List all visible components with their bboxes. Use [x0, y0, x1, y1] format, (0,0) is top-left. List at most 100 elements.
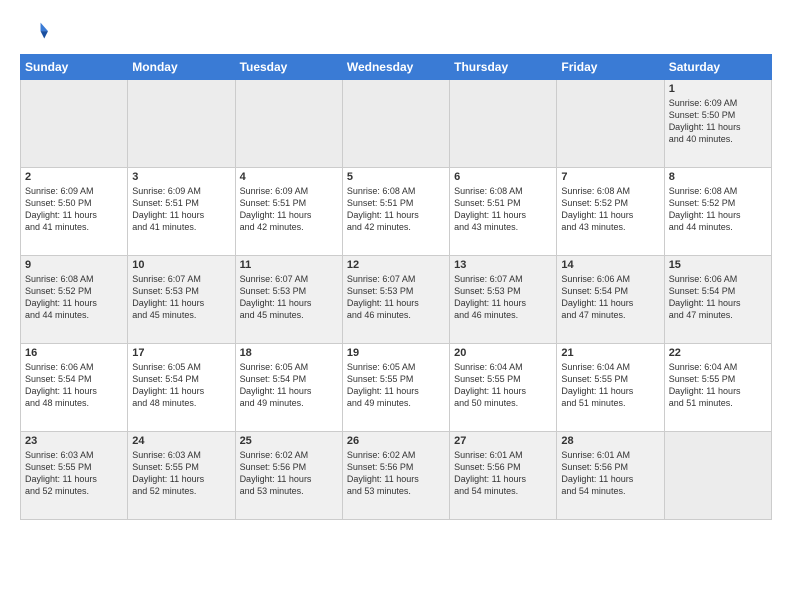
calendar-table: SundayMondayTuesdayWednesdayThursdayFrid… — [20, 54, 772, 520]
day-number: 1 — [669, 83, 767, 95]
day-number: 19 — [347, 347, 445, 359]
calendar-cell — [128, 80, 235, 168]
day-number: 27 — [454, 435, 552, 447]
day-number: 18 — [240, 347, 338, 359]
calendar-cell: 15 Sunrise: 6:06 AM Sunset: 5:54 PM Dayli… — [664, 256, 771, 344]
calendar-cell: 23 Sunrise: 6:03 AM Sunset: 5:55 PM Dayli… — [21, 432, 128, 520]
weekday-header: Saturday — [664, 55, 771, 80]
calendar-cell: 4Sunrise: 6:09 AM Sunset: 5:51 PM Daylig… — [235, 168, 342, 256]
day-number: 3 — [132, 171, 230, 183]
calendar-cell: 12 Sunrise: 6:07 AM Sunset: 5:53 PM Dayli… — [342, 256, 449, 344]
day-number: 5 — [347, 171, 445, 183]
calendar-cell: 26 Sunrise: 6:02 AM Sunset: 5:56 PM Dayli… — [342, 432, 449, 520]
calendar-week-row: 2Sunrise: 6:09 AM Sunset: 5:50 PM Daylig… — [21, 168, 772, 256]
calendar-cell — [235, 80, 342, 168]
day-info: Sunrise: 6:06 AM Sunset: 5:54 PM Dayligh… — [25, 361, 123, 410]
day-info: Sunrise: 6:08 AM Sunset: 5:52 PM Dayligh… — [25, 273, 123, 322]
calendar-cell: 6 Sunrise: 6:08 AM Sunset: 5:51 PM Daylig… — [450, 168, 557, 256]
day-number: 15 — [669, 259, 767, 271]
weekday-header: Sunday — [21, 55, 128, 80]
day-info: Sunrise: 6:05 AM Sunset: 5:55 PM Dayligh… — [347, 361, 445, 410]
calendar-cell — [557, 80, 664, 168]
day-number: 16 — [25, 347, 123, 359]
day-number: 12 — [347, 259, 445, 271]
day-number: 22 — [669, 347, 767, 359]
calendar-week-row: 16 Sunrise: 6:06 AM Sunset: 5:54 PM Dayli… — [21, 344, 772, 432]
day-number: 23 — [25, 435, 123, 447]
calendar-week-row: 1Sunrise: 6:09 AM Sunset: 5:50 PM Daylig… — [21, 80, 772, 168]
day-number: 24 — [132, 435, 230, 447]
calendar-cell: 13 Sunrise: 6:07 AM Sunset: 5:53 PM Dayli… — [450, 256, 557, 344]
calendar-week-row: 23 Sunrise: 6:03 AM Sunset: 5:55 PM Dayli… — [21, 432, 772, 520]
day-info: Sunrise: 6:04 AM Sunset: 5:55 PM Dayligh… — [669, 361, 767, 410]
calendar-cell — [450, 80, 557, 168]
calendar-cell: 28 Sunrise: 6:01 AM Sunset: 5:56 PM Dayli… — [557, 432, 664, 520]
day-number: 8 — [669, 171, 767, 183]
calendar-cell: 8 Sunrise: 6:08 AM Sunset: 5:52 PM Daylig… — [664, 168, 771, 256]
calendar-cell: 24Sunrise: 6:03 AM Sunset: 5:55 PM Dayli… — [128, 432, 235, 520]
day-info: Sunrise: 6:01 AM Sunset: 5:56 PM Dayligh… — [454, 449, 552, 498]
day-number: 7 — [561, 171, 659, 183]
day-info: Sunrise: 6:07 AM Sunset: 5:53 PM Dayligh… — [132, 273, 230, 322]
weekday-header: Monday — [128, 55, 235, 80]
day-number: 25 — [240, 435, 338, 447]
calendar-cell: 25Sunrise: 6:02 AM Sunset: 5:56 PM Dayli… — [235, 432, 342, 520]
day-info: Sunrise: 6:04 AM Sunset: 5:55 PM Dayligh… — [561, 361, 659, 410]
day-info: Sunrise: 6:02 AM Sunset: 5:56 PM Dayligh… — [347, 449, 445, 498]
calendar-cell — [664, 432, 771, 520]
calendar-cell: 19 Sunrise: 6:05 AM Sunset: 5:55 PM Dayli… — [342, 344, 449, 432]
page: SundayMondayTuesdayWednesdayThursdayFrid… — [0, 0, 792, 530]
calendar-cell: 11 Sunrise: 6:07 AM Sunset: 5:53 PM Dayli… — [235, 256, 342, 344]
day-info: Sunrise: 6:05 AM Sunset: 5:54 PM Dayligh… — [240, 361, 338, 410]
calendar-cell: 22 Sunrise: 6:04 AM Sunset: 5:55 PM Dayli… — [664, 344, 771, 432]
day-number: 17 — [132, 347, 230, 359]
calendar-cell — [342, 80, 449, 168]
day-info: Sunrise: 6:01 AM Sunset: 5:56 PM Dayligh… — [561, 449, 659, 498]
day-number: 11 — [240, 259, 338, 271]
day-info: Sunrise: 6:08 AM Sunset: 5:51 PM Dayligh… — [347, 185, 445, 234]
day-info: Sunrise: 6:09 AM Sunset: 5:51 PM Dayligh… — [240, 185, 338, 234]
day-number: 26 — [347, 435, 445, 447]
day-info: Sunrise: 6:06 AM Sunset: 5:54 PM Dayligh… — [561, 273, 659, 322]
day-number: 14 — [561, 259, 659, 271]
day-info: Sunrise: 6:06 AM Sunset: 5:54 PM Dayligh… — [669, 273, 767, 322]
calendar-cell: 1Sunrise: 6:09 AM Sunset: 5:50 PM Daylig… — [664, 80, 771, 168]
weekday-header: Tuesday — [235, 55, 342, 80]
weekday-header: Wednesday — [342, 55, 449, 80]
day-number: 2 — [25, 171, 123, 183]
day-info: Sunrise: 6:07 AM Sunset: 5:53 PM Dayligh… — [454, 273, 552, 322]
day-info: Sunrise: 6:03 AM Sunset: 5:55 PM Dayligh… — [25, 449, 123, 498]
day-number: 13 — [454, 259, 552, 271]
day-number: 9 — [25, 259, 123, 271]
day-info: Sunrise: 6:08 AM Sunset: 5:51 PM Dayligh… — [454, 185, 552, 234]
day-number: 20 — [454, 347, 552, 359]
calendar-cell: 20 Sunrise: 6:04 AM Sunset: 5:55 PM Dayli… — [450, 344, 557, 432]
day-info: Sunrise: 6:05 AM Sunset: 5:54 PM Dayligh… — [132, 361, 230, 410]
calendar-cell: 7Sunrise: 6:08 AM Sunset: 5:52 PM Daylig… — [557, 168, 664, 256]
calendar-cell: 5 Sunrise: 6:08 AM Sunset: 5:51 PM Daylig… — [342, 168, 449, 256]
calendar-cell: 18 Sunrise: 6:05 AM Sunset: 5:54 PM Dayli… — [235, 344, 342, 432]
weekday-header: Thursday — [450, 55, 557, 80]
calendar-cell — [21, 80, 128, 168]
weekday-header: Friday — [557, 55, 664, 80]
day-number: 6 — [454, 171, 552, 183]
day-info: Sunrise: 6:08 AM Sunset: 5:52 PM Dayligh… — [669, 185, 767, 234]
day-number: 21 — [561, 347, 659, 359]
day-info: Sunrise: 6:07 AM Sunset: 5:53 PM Dayligh… — [347, 273, 445, 322]
calendar-week-row: 9 Sunrise: 6:08 AM Sunset: 5:52 PM Daylig… — [21, 256, 772, 344]
day-number: 28 — [561, 435, 659, 447]
logo-area — [20, 18, 52, 46]
day-info: Sunrise: 6:04 AM Sunset: 5:55 PM Dayligh… — [454, 361, 552, 410]
day-number: 10 — [132, 259, 230, 271]
logo-icon — [20, 18, 48, 46]
calendar-cell: 16 Sunrise: 6:06 AM Sunset: 5:54 PM Dayli… — [21, 344, 128, 432]
day-info: Sunrise: 6:07 AM Sunset: 5:53 PM Dayligh… — [240, 273, 338, 322]
weekday-header-row: SundayMondayTuesdayWednesdayThursdayFrid… — [21, 55, 772, 80]
calendar-cell: 21 Sunrise: 6:04 AM Sunset: 5:55 PM Dayli… — [557, 344, 664, 432]
calendar-cell: 27 Sunrise: 6:01 AM Sunset: 5:56 PM Dayli… — [450, 432, 557, 520]
calendar-cell: 3Sunrise: 6:09 AM Sunset: 5:51 PM Daylig… — [128, 168, 235, 256]
calendar-cell: 2Sunrise: 6:09 AM Sunset: 5:50 PM Daylig… — [21, 168, 128, 256]
calendar-cell: 10 Sunrise: 6:07 AM Sunset: 5:53 PM Dayli… — [128, 256, 235, 344]
calendar-cell: 9 Sunrise: 6:08 AM Sunset: 5:52 PM Daylig… — [21, 256, 128, 344]
calendar-cell: 17 Sunrise: 6:05 AM Sunset: 5:54 PM Dayli… — [128, 344, 235, 432]
